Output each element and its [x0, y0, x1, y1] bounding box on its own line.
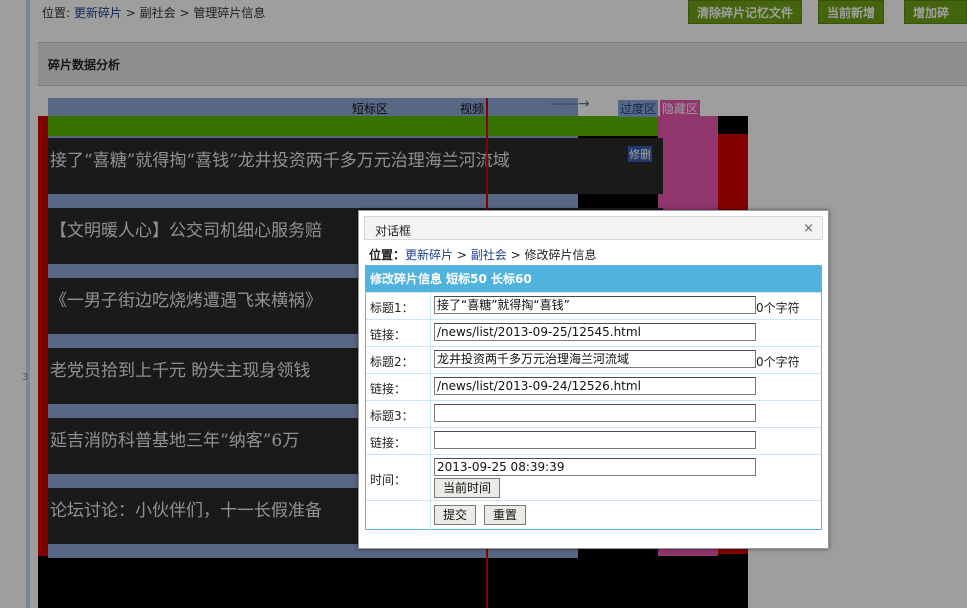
dialog-breadcrumb: 位置：更新碎片 > 副社会 > 修改碎片信息 — [369, 246, 597, 263]
title3-label: 标题3： — [370, 409, 414, 423]
title1-input[interactable]: 接了“喜糖”就得掏“喜钱” — [434, 296, 756, 314]
form-row-link3: 链接： — [366, 427, 821, 454]
link2-label: 链接： — [370, 382, 407, 396]
form-row-actions: 提交 重置 — [366, 500, 821, 530]
time-input[interactable]: 2013-09-25 08:39:39 — [434, 458, 756, 476]
dialog-breadcrumb-current: 修改碎片信息 — [524, 248, 597, 262]
link2-input[interactable]: /news/list/2013-09-24/12526.html — [434, 377, 756, 395]
form-header: 修改碎片信息 短标50 长标60 — [366, 266, 821, 292]
title3-input[interactable] — [434, 404, 756, 422]
dialog-breadcrumb-sep: > — [456, 248, 467, 262]
close-icon[interactable]: × — [803, 221, 814, 236]
submit-button[interactable]: 提交 — [434, 505, 477, 525]
dialog-breadcrumb-link-update[interactable]: 更新碎片 — [405, 248, 453, 262]
link3-label: 链接： — [370, 436, 407, 450]
reset-button[interactable]: 重置 — [484, 505, 527, 525]
dialog-breadcrumb-sep: > — [510, 248, 521, 262]
link1-label: 链接： — [370, 328, 407, 342]
dialog-header: 对话框 × — [364, 216, 823, 240]
form-row-title2: 标题2： 龙井投资两千多万元治理海兰河流域 0个字符 — [366, 346, 821, 373]
title1-label: 标题1： — [370, 301, 414, 315]
link1-input[interactable]: /news/list/2013-09-25/12545.html — [434, 323, 756, 341]
form-row-title1: 标题1： 接了“喜糖”就得掏“喜钱” 0个字符 — [366, 292, 821, 319]
link3-input[interactable] — [434, 431, 756, 449]
dialog-breadcrumb-prefix: 位置： — [369, 248, 406, 262]
dialog-title: 对话框 — [375, 224, 412, 238]
edit-form: 修改碎片信息 短标50 长标60 标题1： 接了“喜糖”就得掏“喜钱” 0个字符… — [365, 265, 822, 530]
title1-char-count: 0个字符 — [756, 301, 800, 315]
current-time-button[interactable]: 当前时间 — [434, 478, 501, 498]
title2-input[interactable]: 龙井投资两千多万元治理海兰河流域 — [434, 350, 756, 368]
dialog-breadcrumb-link-society[interactable]: 副社会 — [471, 248, 507, 262]
form-row-link1: 链接： /news/list/2013-09-25/12545.html — [366, 319, 821, 346]
form-row-title3: 标题3： — [366, 400, 821, 427]
title2-char-count: 0个字符 — [756, 355, 800, 369]
form-row-link2: 链接： /news/list/2013-09-24/12526.html — [366, 373, 821, 400]
time-label: 时间： — [370, 473, 407, 487]
edit-fragment-dialog: 对话框 × 位置：更新碎片 > 副社会 > 修改碎片信息 修改碎片信息 短标50… — [358, 210, 829, 549]
title2-label: 标题2： — [370, 355, 414, 369]
form-row-time: 时间： 2013-09-25 08:39:39 当前时间 — [366, 454, 821, 500]
